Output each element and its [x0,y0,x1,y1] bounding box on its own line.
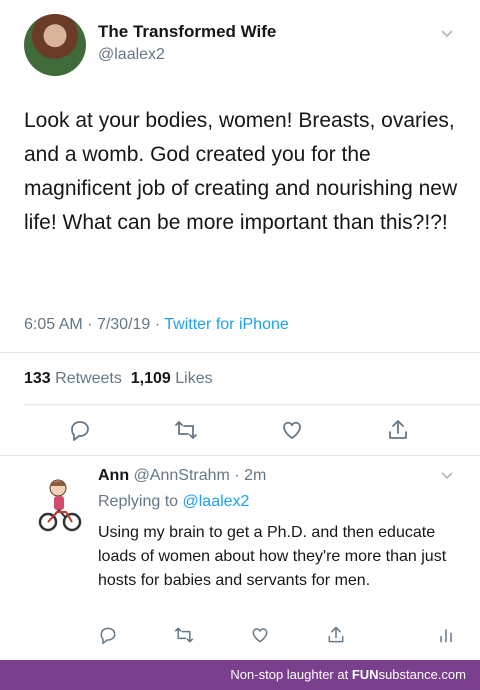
tweet-text: Look at your bodies, women! Breasts, ova… [24,109,458,234]
author-name[interactable]: The Transformed Wife [98,22,276,42]
author-avatar[interactable] [24,14,86,76]
share-icon[interactable] [326,625,346,645]
banner-text: Non-stop laughter at FUNsubstance.com [230,667,466,682]
tweet-time: 6:05 AM [24,316,83,333]
divider [0,352,480,353]
reply-age: 2m [244,467,267,484]
replying-to: Replying to @laalex2 [98,493,249,511]
watermark-banner: Non-stop laughter at FUNsubstance.com [0,660,480,690]
retweets-stat[interactable]: 133 Retweets [24,370,122,387]
chevron-down-icon[interactable] [440,26,454,40]
likes-label: Likes [175,370,213,387]
analytics-icon[interactable] [436,625,456,645]
tweet-stats: 133 Retweets 1,109 Likes [24,370,213,388]
reply-header: Ann @AnnStrahm · 2m [98,467,266,485]
reply-text: Using my brain to get a Ph.D. and then e… [98,524,447,589]
likes-count: 1,109 [130,370,171,387]
retweets-count: 133 [24,370,51,387]
meta-separator: · [154,316,165,333]
divider [24,404,480,405]
retweets-label: Retweets [55,370,122,387]
replying-label: Replying to [98,493,179,510]
reply-author-name[interactable]: Ann [98,467,129,484]
banner-tagline: Non-stop laughter at [230,667,349,682]
banner-brand-rest: substance.com [378,667,466,682]
author-handle[interactable]: @laalex2 [98,46,165,64]
retweet-icon[interactable] [174,625,194,645]
reply-avatar[interactable] [38,476,82,532]
meta-separator: · [87,316,97,333]
like-icon[interactable] [250,625,270,645]
likes-stat[interactable]: 1,109 Likes [131,370,213,387]
reply-icon[interactable] [68,418,92,442]
tweet-meta: 6:05 AM · 7/30/19 · Twitter for iPhone [24,316,289,334]
like-icon[interactable] [280,418,304,442]
meta-separator: · [229,467,245,484]
retweet-icon[interactable] [174,418,198,442]
share-icon[interactable] [386,418,410,442]
replying-handle[interactable]: @laalex2 [183,493,250,510]
reply-author-handle[interactable]: @AnnStrahm [134,467,230,484]
tweet-date[interactable]: 7/30/19 [97,316,150,333]
tweet-source[interactable]: Twitter for iPhone [164,316,289,333]
chevron-down-icon[interactable] [440,468,454,482]
reply-icon[interactable] [98,625,118,645]
banner-brand-bold: FUN [351,667,379,682]
divider [0,455,480,456]
